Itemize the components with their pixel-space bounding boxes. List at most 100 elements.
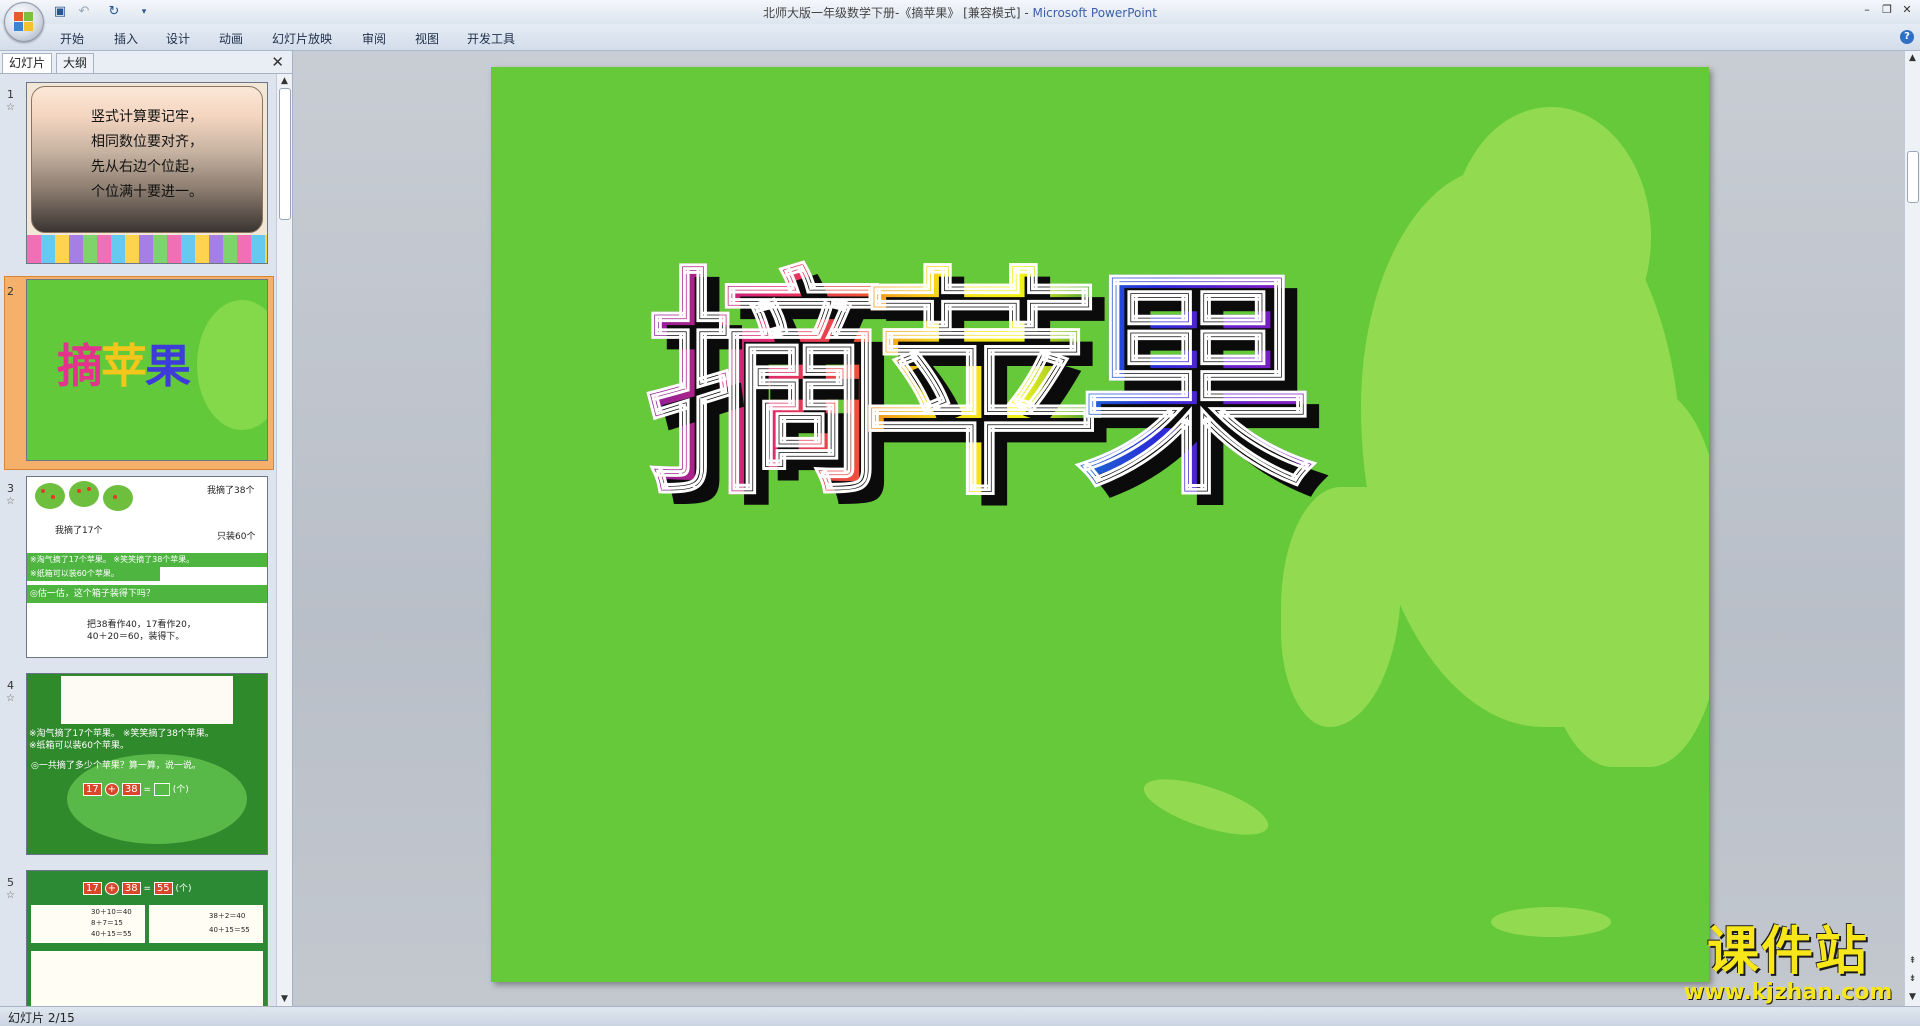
apple-tree-icon: [35, 483, 65, 509]
equation-result: 55: [153, 882, 173, 895]
watermark: 课件站 www.kjzhan.com: [1668, 922, 1908, 1006]
calc-card: 30＋10＝40 8＋7＝15 40＋15＝55: [31, 905, 145, 943]
panel-close-icon[interactable]: ✕: [271, 53, 284, 71]
calc-line: 38＋2＝40: [209, 912, 246, 920]
tab-slides[interactable]: 幻灯片: [2, 53, 53, 73]
animation-star-icon: ☆: [6, 496, 15, 507]
watermark-text: 课件站: [1706, 922, 1869, 982]
poem-line: 相同数位要对齐，: [91, 134, 203, 150]
window-title: 北师大版一年级数学下册-《摘苹果》 [兼容模式] - Microsoft Pow…: [0, 4, 1920, 21]
minimize-icon[interactable]: –: [1858, 2, 1876, 18]
equation-addend: 17: [83, 783, 102, 796]
question-text: ◎一共摘了多少个苹果？算一算，说一说。: [31, 761, 201, 771]
close-icon[interactable]: ✕: [1898, 2, 1916, 18]
equation-equals: =: [143, 785, 152, 795]
slides-panel: 幻灯片 大纲 ✕ 1 ☆ 竖式计算要记牢， 相同数位要对齐， 先从右边个位起， …: [0, 51, 293, 1006]
equation-addend: 17: [83, 882, 102, 895]
tab-slide-show[interactable]: 幻灯片放映: [272, 30, 332, 47]
tab-outline[interactable]: 大纲: [56, 53, 95, 73]
calc-card: 38＋2＝40 40＋15＝55: [149, 905, 263, 943]
title-char: 果: [145, 339, 191, 393]
tab-review[interactable]: 审阅: [362, 30, 386, 47]
slide-number: 4: [7, 679, 14, 692]
slide-thumbnail-4[interactable]: ※淘气摘了17个苹果。 ※笑笑摘了38个苹果。 ※纸箱可以装60个苹果。 ◎一共…: [26, 673, 268, 855]
equation: 17 + 38 = 55 (个): [83, 881, 192, 895]
tab-view[interactable]: 视图: [415, 30, 439, 47]
box-label: 只装60个: [217, 532, 256, 542]
tab-design[interactable]: 设计: [166, 30, 190, 47]
help-icon[interactable]: ?: [1900, 30, 1914, 44]
slide-number: 2: [7, 285, 14, 298]
splash-shape: [197, 300, 267, 430]
title-bar: ▣ ↶ ↻ ▾ 北师大版一年级数学下册-《摘苹果》 [兼容模式] - Micro…: [0, 0, 1920, 42]
slide-editor: 摘 苹 果: [293, 51, 1905, 1006]
splash-shape: [1138, 767, 1274, 847]
poem-line: 个位满十要进一。: [91, 184, 203, 200]
title-char-1: 摘: [644, 247, 887, 527]
slide-number: 3: [7, 482, 14, 495]
restore-icon[interactable]: ❐: [1878, 2, 1896, 18]
poem-lines: 竖式计算要记牢， 相同数位要对齐， 先从右边个位起， 个位满十要进一。: [32, 105, 262, 205]
calc-line: 40＋15＝55: [209, 926, 250, 934]
slide-number: 5: [7, 876, 14, 889]
question-band: ◎估一估，这个箱子装得下吗？: [27, 585, 267, 603]
calc-line: 30＋10＝40: [91, 908, 132, 916]
tab-developer[interactable]: 开发工具: [467, 30, 515, 47]
ribbon-tabs: 开始 插入 设计 动画 幻灯片放映 审阅 视图 开发工具 ?: [0, 24, 1920, 51]
slide-number: 1: [7, 88, 14, 101]
thumbnail-title: 摘苹果: [57, 330, 191, 396]
slide-thumbnail-2[interactable]: 摘苹果: [26, 279, 268, 461]
info-band: ※纸箱可以装60个苹果。: [27, 567, 160, 581]
office-button[interactable]: [4, 2, 44, 42]
title-char-2: 苹: [859, 247, 1102, 527]
apple-tree-icon: [103, 485, 133, 511]
apple-tree-icon: [69, 481, 99, 507]
slide-thumbnails: 1 ☆ 竖式计算要记牢， 相同数位要对齐， 先从右边个位起， 个位满十要进一。 …: [0, 74, 276, 1006]
poem-line: 竖式计算要记牢，: [91, 109, 203, 125]
window-title-document: 北师大版一年级数学下册-《摘苹果》 [兼容模式] -: [763, 6, 1033, 20]
scroll-up-icon[interactable]: ▲: [1905, 53, 1920, 63]
title-char: 摘: [57, 339, 103, 393]
window-title-app: Microsoft PowerPoint: [1032, 6, 1157, 20]
abacus-card: [31, 951, 263, 1006]
illustration: [61, 676, 233, 724]
info-band: ※纸箱可以装60个苹果。: [29, 741, 129, 751]
scroll-thumb[interactable]: [279, 88, 291, 220]
panel-scrollbar[interactable]: ▲ ▼: [276, 74, 292, 1006]
equation-unit: (个): [175, 884, 192, 894]
easter-eggs-border: [27, 235, 267, 263]
equation-addend: 38: [121, 783, 141, 796]
calc-line: 8＋7＝15: [91, 919, 123, 927]
slide-thumbnail-1[interactable]: 竖式计算要记牢， 相同数位要对齐， 先从右边个位起， 个位满十要进一。: [26, 82, 268, 264]
poem-box: 竖式计算要记牢， 相同数位要对齐， 先从右边个位起， 个位满十要进一。: [31, 86, 263, 233]
editor-scrollbar[interactable]: ▲ ⇞ ⇟ ▼: [1904, 51, 1920, 1006]
title-char-3: 果: [1074, 247, 1317, 527]
animation-star-icon: ☆: [6, 890, 15, 901]
thought-line: 40＋20＝60，装得下。: [87, 632, 185, 642]
info-band: ※淘气摘了17个苹果。 ※笑笑摘了38个苹果。: [27, 553, 267, 567]
slide-thumbnail-3[interactable]: 我摘了38个 我摘了17个 只装60个 ※淘气摘了17个苹果。 ※笑笑摘了38个…: [26, 476, 268, 658]
tab-animations[interactable]: 动画: [219, 30, 243, 47]
slide-counter: 幻灯片 2/15: [8, 1011, 75, 1025]
slide-title[interactable]: 摘 苹 果: [644, 247, 1546, 527]
title-char: 苹: [101, 339, 147, 393]
equation-blank: [153, 783, 170, 796]
speech-bubble: 我摘了17个: [55, 526, 103, 536]
scroll-down-icon[interactable]: ▼: [277, 994, 292, 1004]
poem-line: 先从右边个位起，: [91, 159, 203, 175]
speech-bubble: 我摘了38个: [207, 486, 255, 496]
calc-line: 40＋15＝55: [91, 930, 132, 938]
current-slide[interactable]: 摘 苹 果: [491, 67, 1709, 982]
tab-home[interactable]: 开始: [60, 30, 84, 47]
panel-tabs: 幻灯片 大纲 ✕: [0, 51, 292, 74]
watermark-url: www.kjzhan.com: [1683, 980, 1893, 1005]
slide-thumbnail-5[interactable]: 17 + 38 = 55 (个) 30＋10＝40 8＋7＝15 40＋15＝5…: [26, 870, 268, 1006]
equation-unit: (个): [172, 785, 189, 795]
scroll-thumb[interactable]: [1907, 151, 1919, 203]
tab-insert[interactable]: 插入: [114, 30, 138, 47]
splash-shape: [1541, 387, 1709, 767]
animation-star-icon: ☆: [6, 693, 15, 704]
office-logo-icon: [14, 12, 34, 32]
equation: 17 + 38 = (个): [83, 782, 189, 796]
scroll-up-icon[interactable]: ▲: [277, 76, 292, 86]
